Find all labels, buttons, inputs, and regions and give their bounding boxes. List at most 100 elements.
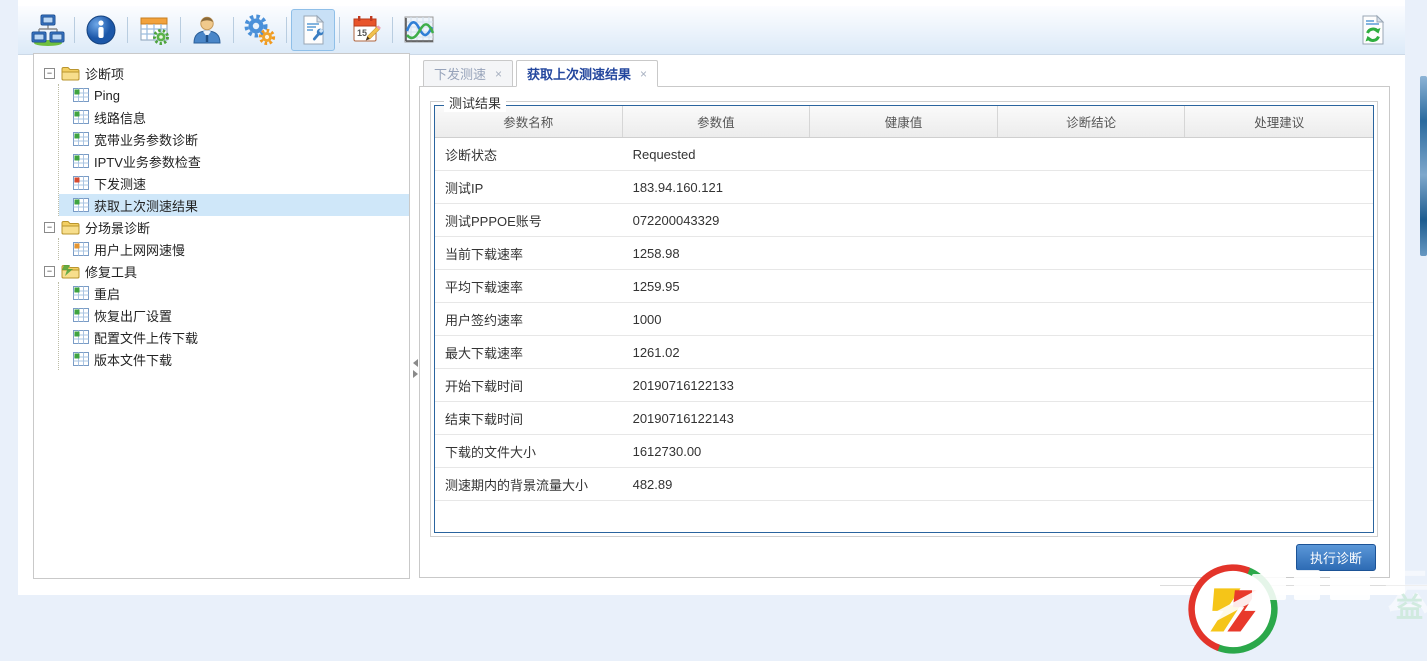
table-item-icon <box>73 242 89 256</box>
table-row[interactable]: 平均下载速率1259.95 <box>435 270 1373 303</box>
tree-folder-row[interactable]: −诊断项 <box>34 62 409 84</box>
toolbar: 15 <box>18 6 1405 55</box>
settings-gears-button[interactable] <box>238 9 282 51</box>
table-row[interactable]: 最大下载速率1261.02 <box>435 336 1373 369</box>
collapse-right-icon <box>413 370 418 378</box>
suggestion-cell <box>1185 303 1373 335</box>
tree-item[interactable]: 获取上次测速结果 <box>59 194 409 216</box>
health-cell <box>810 402 998 434</box>
table-row[interactable]: 当前下载速率1258.98 <box>435 237 1373 270</box>
health-cell <box>810 303 998 335</box>
table-row[interactable]: 结束下载时间20190716122143 <box>435 402 1373 435</box>
tree-item[interactable]: 版本文件下载 <box>59 348 409 370</box>
param-name-cell: 平均下载速率 <box>435 270 623 302</box>
tree-item-label: 配置文件上传下载 <box>94 328 198 347</box>
calendar-button[interactable]: 15 <box>344 9 388 51</box>
table-row[interactable]: 诊断状态Requested <box>435 138 1373 171</box>
diagnostic-document-button[interactable] <box>291 9 335 51</box>
tree-item-label: 线路信息 <box>94 108 146 127</box>
conclusion-cell <box>998 402 1186 434</box>
table-item-icon <box>73 154 89 168</box>
toolbar-separator <box>286 17 287 43</box>
app-window: 15 <box>18 0 1405 595</box>
param-value-cell: 1258.98 <box>623 237 811 269</box>
vertical-scrollbar-thumb[interactable] <box>1420 76 1427 256</box>
tree-item-label: 获取上次测速结果 <box>94 196 198 215</box>
tree-item[interactable]: 用户上网网速慢 <box>59 238 409 260</box>
tree-folder-label: 修复工具 <box>85 262 137 281</box>
user-button[interactable] <box>185 9 229 51</box>
tree-children: Ping 线路信息宽带业务参数诊断IPTV业务参数检查下发测速获取上次测速结果 <box>58 84 409 216</box>
conclusion-cell <box>998 435 1186 467</box>
tree-item[interactable]: IPTV业务参数检查 <box>59 150 409 172</box>
suggestion-cell <box>1185 270 1373 302</box>
tree-expand-toggle[interactable]: − <box>44 222 55 233</box>
health-cell <box>810 435 998 467</box>
collapse-left-icon <box>413 359 418 367</box>
tree-item[interactable]: 恢复出厂设置 <box>59 304 409 326</box>
tab-inactive[interactable]: 下发测速 × <box>423 60 513 87</box>
table-row[interactable]: 下载的文件大小1612730.00 <box>435 435 1373 468</box>
table-settings-button[interactable] <box>132 9 176 51</box>
table-item-icon <box>73 352 89 366</box>
conclusion-cell <box>998 171 1186 203</box>
param-name-cell: 用户签约速率 <box>435 303 623 335</box>
tree-expand-toggle[interactable]: − <box>44 68 55 79</box>
table-item-icon <box>73 88 89 102</box>
health-cell <box>810 138 998 170</box>
table-row[interactable]: 测速期内的背景流量大小482.89 <box>435 468 1373 501</box>
conclusion-cell <box>998 270 1186 302</box>
tree-folder-row[interactable]: − 分场景诊断 <box>34 216 409 238</box>
param-value-cell: 20190716122143 <box>623 402 811 434</box>
settings-gears-icon <box>243 13 277 47</box>
tree-expand-toggle[interactable]: − <box>44 266 55 277</box>
tree-item[interactable]: 线路信息 <box>59 106 409 128</box>
tree-item[interactable]: 下发测速 <box>59 172 409 194</box>
param-name-cell: 下载的文件大小 <box>435 435 623 467</box>
toolbar-separator <box>339 17 340 43</box>
network-topology-button[interactable] <box>26 9 70 51</box>
param-value-cell: 20190716122133 <box>623 369 811 401</box>
table-settings-icon <box>137 13 171 47</box>
table-item-icon <box>73 330 89 344</box>
refresh-document-button[interactable] <box>1351 9 1395 51</box>
tree-item-label: 重启 <box>94 284 120 303</box>
tree-item[interactable]: 重启 <box>59 282 409 304</box>
tree-folder-row[interactable]: − 修复工具 <box>34 260 409 282</box>
param-value-cell: 183.94.160.121 <box>623 171 811 203</box>
execute-diagnosis-button[interactable]: 执行诊断 <box>1296 544 1376 571</box>
table-item-icon <box>73 198 89 212</box>
tab-label: 下发测速 <box>434 64 486 83</box>
conclusion-cell <box>998 468 1186 500</box>
health-cell <box>810 336 998 368</box>
tree-item[interactable]: Ping <box>59 84 409 106</box>
param-value-cell: 072200043329 <box>623 204 811 236</box>
table-row[interactable]: 测试PPPOE账号072200043329 <box>435 204 1373 237</box>
param-name-cell: 测速期内的背景流量大小 <box>435 468 623 500</box>
conclusion-cell <box>998 369 1186 401</box>
button-row: 执行诊断 <box>430 544 1378 571</box>
tab-active[interactable]: 获取上次测速结果× <box>516 60 658 87</box>
param-value-cell: 1259.95 <box>623 270 811 302</box>
folder-icon <box>61 220 80 235</box>
toolbar-separator <box>127 17 128 43</box>
table-item-icon <box>73 132 89 146</box>
param-name-cell: 测试PPPOE账号 <box>435 204 623 236</box>
table-item-icon <box>73 286 89 300</box>
calendar-icon: 15 <box>349 13 383 47</box>
info-button[interactable] <box>79 9 123 51</box>
health-cell <box>810 171 998 203</box>
tree-item[interactable]: 宽带业务参数诊断 <box>59 128 409 150</box>
health-cell <box>810 270 998 302</box>
tree-folder-label: 分场景诊断 <box>85 218 150 237</box>
table-row[interactable]: 用户签约速率1000 <box>435 303 1373 336</box>
suggestion-cell <box>1185 336 1373 368</box>
table-row[interactable]: 开始下载时间20190716122133 <box>435 369 1373 402</box>
tab-close-icon[interactable]: × <box>495 67 502 81</box>
tree-item[interactable]: 配置文件上传下载 <box>59 326 409 348</box>
tab-close-icon[interactable]: × <box>640 67 647 81</box>
performance-chart-button[interactable] <box>397 9 441 51</box>
table-row[interactable]: 测试IP183.94.160.121 <box>435 171 1373 204</box>
param-name-cell: 当前下载速率 <box>435 237 623 269</box>
user-icon <box>191 14 223 46</box>
